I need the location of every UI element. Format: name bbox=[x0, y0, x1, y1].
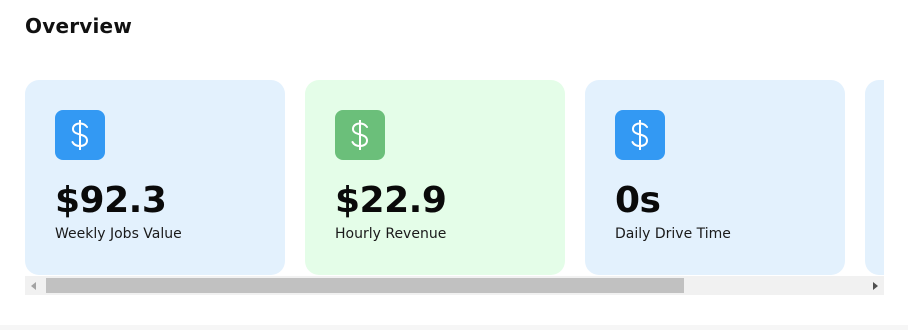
stat-label: Weekly Jobs Value bbox=[55, 226, 182, 242]
dollar-icon bbox=[615, 110, 665, 160]
stat-card-partial bbox=[865, 80, 884, 275]
cards-carousel[interactable]: $92.3 Weekly Jobs Value $22.9 Hourly Rev… bbox=[25, 80, 884, 275]
divider bbox=[0, 325, 908, 330]
horizontal-scrollbar[interactable] bbox=[25, 276, 884, 295]
page-title: Overview bbox=[25, 14, 133, 38]
scrollbar-thumb[interactable] bbox=[46, 278, 684, 293]
overview-page: Overview $92.3 Weekly Jobs Value $22.9 H… bbox=[0, 0, 908, 330]
stat-value: 0s bbox=[615, 180, 661, 221]
stat-value: $92.3 bbox=[55, 180, 167, 221]
triangle-left-icon[interactable] bbox=[25, 276, 43, 295]
triangle-right-icon[interactable] bbox=[866, 276, 884, 295]
stat-card-weekly-jobs-value: $92.3 Weekly Jobs Value bbox=[25, 80, 285, 275]
stat-label: Daily Drive Time bbox=[615, 226, 731, 242]
stat-card-hourly-revenue: $22.9 Hourly Revenue bbox=[305, 80, 565, 275]
stat-label: Hourly Revenue bbox=[335, 226, 447, 242]
stat-value: $22.9 bbox=[335, 180, 447, 221]
dollar-icon bbox=[55, 110, 105, 160]
dollar-icon bbox=[335, 110, 385, 160]
stat-card-daily-drive-time: 0s Daily Drive Time bbox=[585, 80, 845, 275]
